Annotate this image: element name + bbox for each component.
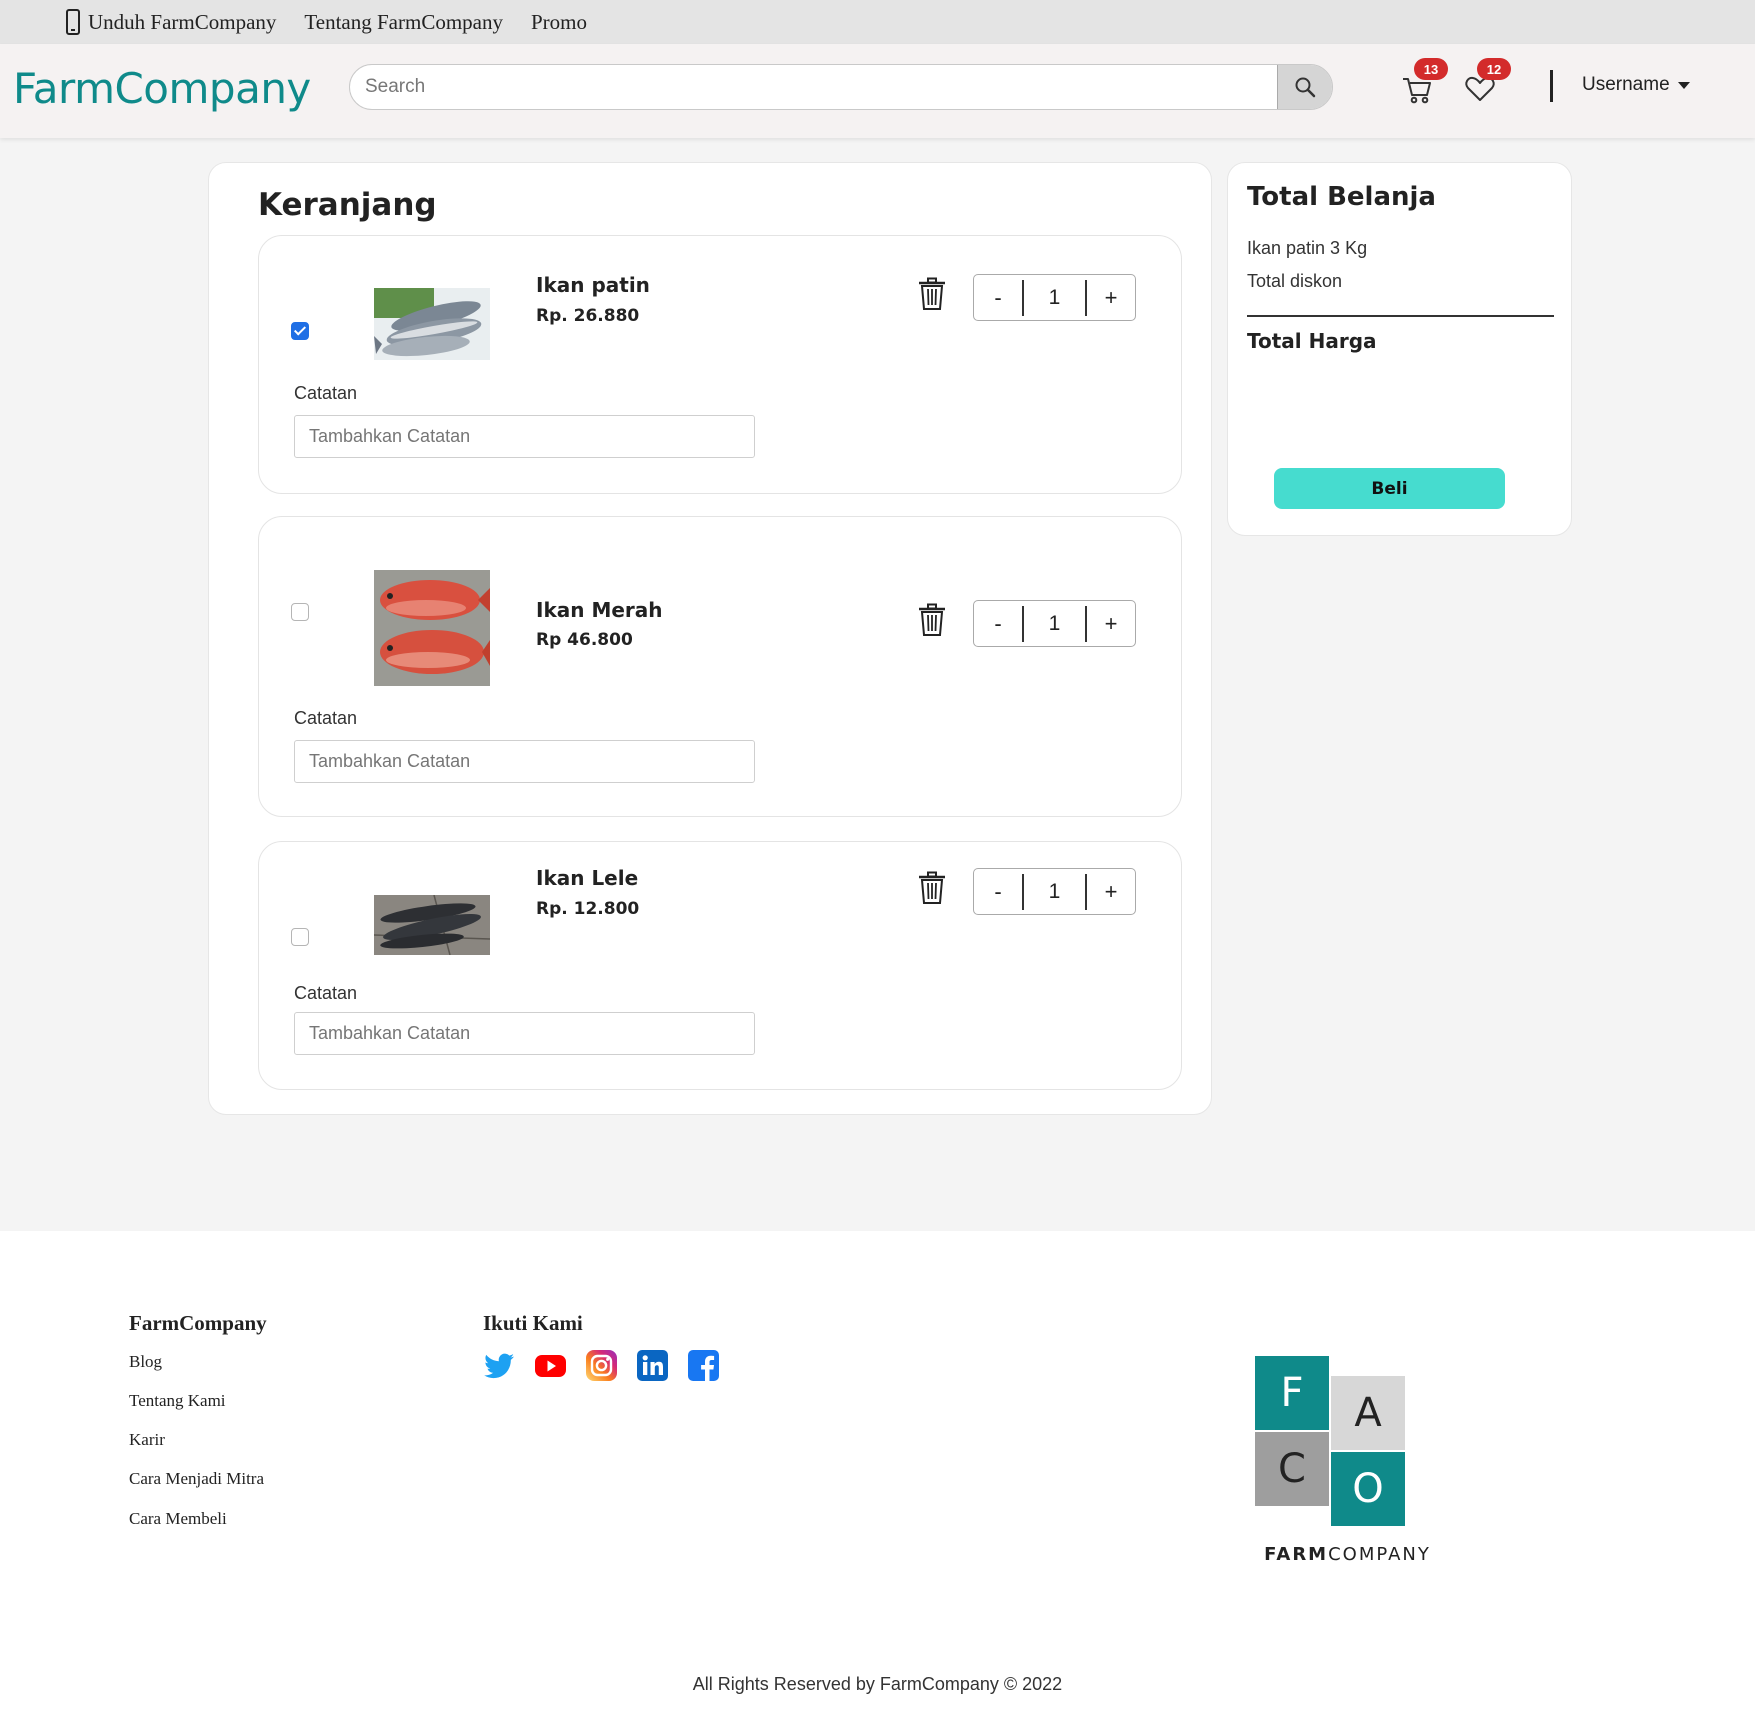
logo-tile-o: O [1331,1452,1405,1526]
footer-link-how-to-buy[interactable]: Cara Membeli [129,1509,227,1529]
summary-divider [1247,315,1554,317]
delete-button[interactable] [917,871,947,905]
footer-link-blog[interactable]: Blog [129,1352,162,1372]
logo-tile-a: A [1331,1376,1405,1450]
wishlist-button[interactable]: 12 [1463,58,1511,106]
logo-wordmark-bold: FARM [1264,1544,1329,1565]
trash-icon [919,277,945,310]
note-label: Catatan [294,983,358,1003]
logo-wordmark: FARMCOMPANY [1255,1544,1440,1565]
wishlist-count-badge: 12 [1477,58,1511,80]
note-label: Catatan [294,708,358,728]
quantity-stepper: - + [973,600,1136,647]
product-image-ikan-lele [374,895,490,955]
summary-total-label: Total Harga [1247,329,1377,353]
brand-logo[interactable]: FarmCompany [13,64,311,113]
item-checkbox[interactable] [291,603,309,621]
trash-icon [919,871,945,904]
item-checkbox[interactable] [291,322,309,340]
username-label: Username [1582,74,1670,95]
footer: FarmCompany Blog Tentang Kami Karir Cara… [0,1231,1755,1715]
logo-wordmark-rest: COMPANY [1328,1544,1431,1565]
about-label: Tentang FarmCompany [304,9,503,34]
note-input[interactable] [294,1012,755,1055]
footer-company-title: FarmCompany [129,1311,267,1335]
logo-tile-f: F [1255,1356,1329,1430]
cart-button[interactable]: 13 [1400,58,1448,106]
product-name[interactable]: Ikan Merah [536,598,663,622]
increase-button[interactable]: + [1087,879,1135,905]
footer-link-partner[interactable]: Cara Menjadi Mitra [129,1469,264,1489]
product-image-ikan-patin [374,288,490,360]
decrease-button[interactable]: - [974,611,1022,637]
summary-item-line: Ikan patin 3 Kg [1247,238,1368,258]
caret-down-icon [1677,81,1690,89]
phone-icon [66,9,80,35]
product-name[interactable]: Ikan patin [536,273,650,297]
note-input[interactable] [294,415,755,458]
order-summary-panel: Total Belanja Ikan patin 3 Kg Total disk… [1227,162,1572,536]
summary-title: Total Belanja [1247,182,1436,212]
delete-button[interactable] [917,277,947,311]
twitter-icon[interactable] [483,1349,516,1382]
summary-discount-line: Total diskon [1247,271,1343,291]
quantity-input[interactable] [1024,285,1085,310]
note-input[interactable] [294,740,755,783]
decrease-button[interactable]: - [974,879,1022,905]
product-price: Rp. 12.800 [536,899,640,919]
product-name[interactable]: Ikan Lele [536,866,638,890]
footer-link-career[interactable]: Karir [129,1430,165,1450]
instagram-icon[interactable] [585,1349,618,1382]
quantity-input[interactable] [1024,611,1085,636]
footer-brand-logo: F A C O FARMCOMPANY [1255,1356,1440,1576]
about-link[interactable]: Tentang FarmCompany [304,10,503,35]
header-divider [1550,70,1553,102]
user-menu-dropdown[interactable]: Username [1582,74,1690,96]
product-price: Rp. 26.880 [536,306,640,326]
decrease-button[interactable]: - [974,285,1022,311]
footer-link-about[interactable]: Tentang Kami [129,1391,226,1411]
cart-panel: Keranjang Ikan patin Rp. 26.880 - 1 + Ca… [208,162,1212,1115]
quantity-stepper: - + [973,274,1136,321]
quantity-input[interactable] [1024,879,1085,904]
product-image-ikan-merah [374,570,490,686]
search-input[interactable] [350,65,1277,109]
buy-button[interactable]: Beli [1274,468,1505,509]
download-app-label: Unduh FarmCompany [88,9,277,34]
main-header: FarmCompany 13 12 Username [0,44,1755,138]
promo-link[interactable]: Promo [531,10,587,35]
search-button[interactable] [1277,65,1332,109]
cart-title: Keranjang [258,187,437,223]
cart-item: Ikan patin Rp. 26.880 - + Catatan [258,235,1182,494]
increase-button[interactable]: + [1087,285,1135,311]
trash-icon [919,603,945,636]
delete-button[interactable] [917,603,947,637]
promo-label: Promo [530,9,587,34]
product-price: Rp 46.800 [536,630,633,650]
download-app-link[interactable]: Unduh FarmCompany [66,9,276,35]
cart-count-badge: 13 [1414,58,1448,80]
top-strip: Unduh FarmCompany Tentang FarmCompany Pr… [0,0,1755,44]
quantity-stepper: - + [973,868,1136,915]
item-checkbox[interactable] [291,928,309,946]
youtube-icon[interactable] [534,1349,567,1382]
cart-item: Ikan Lele Rp. 12.800 - + Catatan [258,841,1182,1090]
facebook-icon[interactable] [687,1349,720,1382]
increase-button[interactable]: + [1087,611,1135,637]
logo-tile-c: C [1255,1432,1329,1506]
copyright-text: All Rights Reserved by FarmCompany © 202… [692,1674,1063,1694]
note-label: Catatan [294,383,358,403]
search-icon [1295,77,1316,98]
cart-item: Ikan Merah Rp 46.800 - + Catatan [258,516,1182,817]
linkedin-icon[interactable] [636,1349,669,1382]
search-bar [349,64,1333,110]
footer-follow-title: Ikuti Kami [483,1311,583,1335]
